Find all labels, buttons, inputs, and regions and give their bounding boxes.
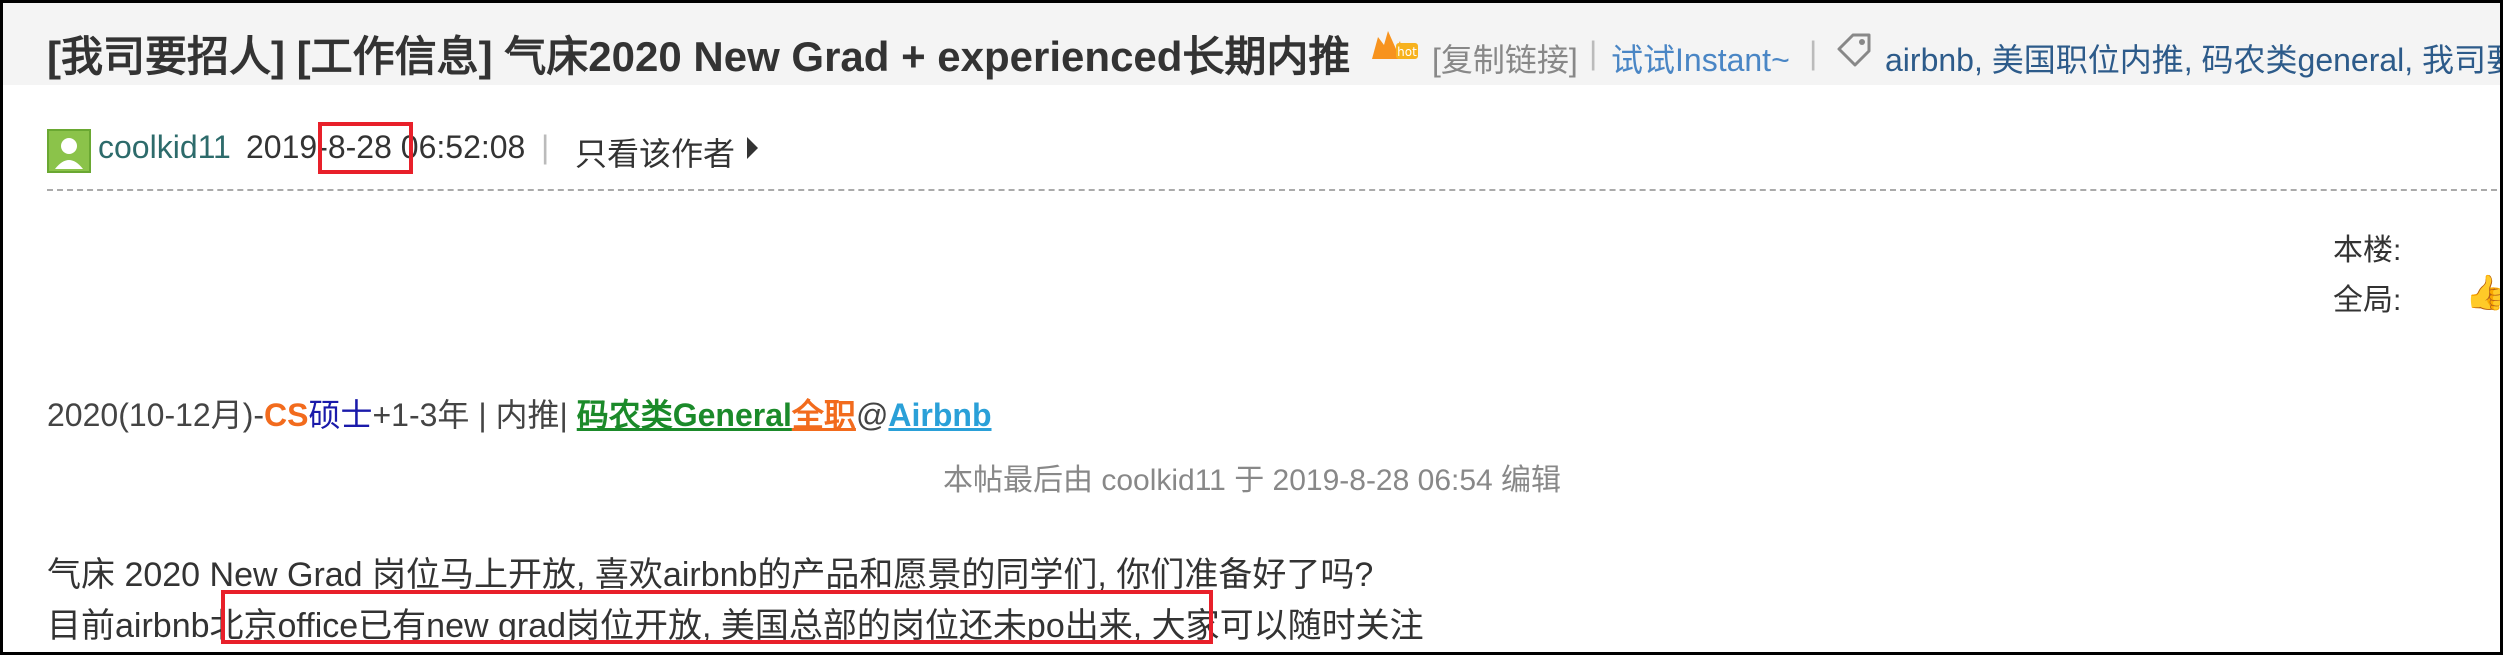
job-date: 2020(10-12月)-	[47, 397, 265, 433]
user-avatar-icon[interactable]	[47, 129, 91, 173]
body-text: 目前airbnb	[47, 607, 210, 645]
global-label: 全局:	[2333, 284, 2402, 317]
thumbs-up-icon[interactable]: 👍	[2465, 273, 2500, 313]
triangle-right-icon[interactable]	[747, 137, 758, 159]
company-link[interactable]: Airbnb	[888, 397, 991, 433]
job-type-link[interactable]: 全职	[792, 397, 856, 433]
job-major: CS	[264, 397, 309, 433]
fire-hot-icon: hot	[1368, 29, 1420, 63]
author-link[interactable]: coolkid11	[98, 129, 231, 166]
floor-label: 本楼:	[2333, 234, 2402, 267]
separator: |	[541, 129, 550, 165]
separator: |	[1589, 35, 1598, 71]
instant-link[interactable]: 试试Instant~	[1611, 35, 1790, 81]
only-author-link[interactable]: 只看该作者	[575, 129, 735, 175]
svg-text:hot: hot	[1397, 45, 1417, 59]
post-body-line: 气床 2020 New Grad 岗位马上开放, 喜欢airbnb的产品和愿景的…	[47, 556, 1374, 594]
thread-title: [我司要招人] [工作信息] 气床2020 New Grad + experie…	[47, 33, 1351, 80]
separator: |	[1809, 35, 1818, 71]
tag-icon	[1835, 31, 1873, 69]
job-info-line: 2020(10-12月)-CS硕士+1-3年 | 内推| 码农类General全…	[47, 390, 992, 436]
date-highlight-box	[318, 122, 413, 174]
job-experience: +1-3年 | 内推|	[372, 397, 568, 433]
job-degree: 硕士	[308, 397, 373, 433]
job-at: @	[855, 397, 889, 433]
post-date-year: 2019-	[246, 129, 328, 165]
screenshot-frame: [我司要招人] [工作信息] 气床2020 New Grad + experie…	[0, 0, 2503, 655]
last-edit-note: 本帖最后由 coolkid11 于 2019-8-28 06:54 编辑	[943, 464, 1562, 497]
text-highlight-box	[221, 590, 1213, 644]
job-category-link[interactable]: 码农类General	[577, 397, 792, 433]
copy-link-button[interactable]: [复制链接]	[1432, 35, 1578, 81]
post-header-divider	[47, 189, 2500, 191]
thread-tags[interactable]: airbnb, 美国职位内推, 码农类general, 我司要招	[1885, 35, 2500, 81]
